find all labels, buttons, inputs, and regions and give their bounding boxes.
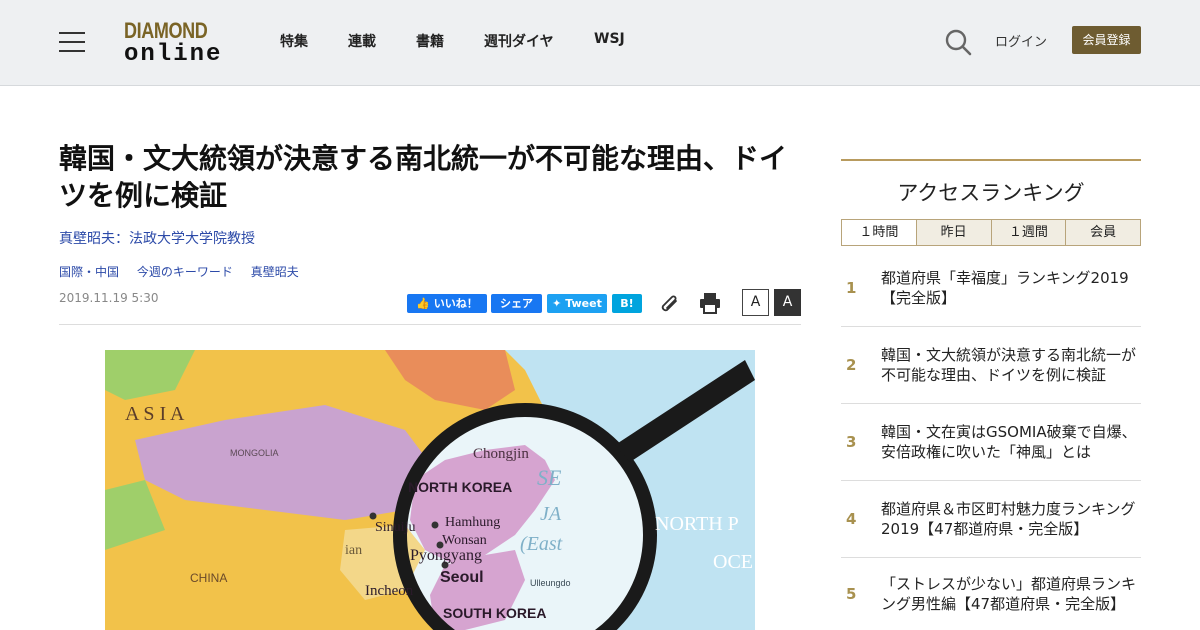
map-label: SOUTH KOREA xyxy=(443,605,546,621)
nav-item-wsj[interactable]: WSJ xyxy=(594,31,625,47)
like-label: いいね！ xyxy=(433,297,478,310)
article-title: 韓国・文大統領が決意する南北統一が不可能な理由、ドイツを例に検証 xyxy=(59,142,788,212)
map-label: A S I A xyxy=(125,403,185,425)
site-logo[interactable]: DIAMOND online xyxy=(124,18,226,68)
thumbs-up-icon: 👍 xyxy=(416,297,430,310)
nav-item-shoseki[interactable]: 書籍 xyxy=(416,31,444,51)
menu-icon[interactable] xyxy=(59,32,85,52)
rank-title[interactable]: 「ストレスが少ない」都道府県ランキング男性編【47都道府県・完全版】 xyxy=(881,558,1139,630)
font-size-large-button[interactable]: A xyxy=(774,289,801,316)
rank-number: 5 xyxy=(846,585,857,603)
rank-title[interactable]: 韓国・文大統領が決意する南北統一が不可能な理由、ドイツを例に検証 xyxy=(881,327,1139,403)
map-label: Chongjin xyxy=(473,446,529,462)
map-label: NORTH KOREA xyxy=(408,479,512,495)
map-label: OCE xyxy=(713,551,753,573)
sidebar-divider xyxy=(841,159,1141,161)
rank-title[interactable]: 韓国・文在寅はGSOMIA破棄で自爆、安倍政権に吹いた「神風」とは xyxy=(881,404,1139,480)
map-label: Pyongyang xyxy=(410,547,482,564)
map-label: JA xyxy=(540,503,562,525)
facebook-like-button[interactable]: 👍 いいね！ xyxy=(407,294,487,313)
map-label: ian xyxy=(345,543,362,558)
ranking-item[interactable]: 2 韓国・文大統領が決意する南北統一が不可能な理由、ドイツを例に検証 xyxy=(841,327,1141,404)
nav-item-weekly[interactable]: 週刊ダイヤ xyxy=(484,31,554,51)
map-label: NORTH P xyxy=(655,513,739,535)
rank-title[interactable]: 都道府県＆市区町村魅力度ランキング2019【47都道府県・完全版】 xyxy=(881,481,1139,557)
rank-number: 3 xyxy=(846,433,857,451)
clip-icon[interactable] xyxy=(658,291,682,315)
tab-members[interactable]: 会員 xyxy=(1065,220,1140,245)
facebook-share-button[interactable]: シェア xyxy=(491,294,542,313)
tag-link[interactable]: 今週のキーワード xyxy=(137,265,233,279)
hatena-bookmark-button[interactable]: B! xyxy=(612,294,642,313)
rank-title[interactable]: 都道府県「幸福度」ランキング2019【完全版】 xyxy=(881,250,1139,326)
search-icon[interactable] xyxy=(944,28,972,56)
ranking-item[interactable]: 5 「ストレスが少ない」都道府県ランキング男性編【47都道府県・完全版】 xyxy=(841,558,1141,630)
article-author[interactable]: 真壁昭夫：法政大学大学院教授 xyxy=(59,228,255,248)
map-label: Wonsan xyxy=(442,533,487,548)
tab-1week[interactable]: １週間 xyxy=(990,220,1066,245)
map-label: (East xyxy=(520,533,563,555)
ranking-tabs: １時間 昨日 １週間 会員 xyxy=(841,219,1141,246)
map-label: CHINA xyxy=(190,571,227,585)
print-icon[interactable] xyxy=(698,291,722,315)
tab-1hour[interactable]: １時間 xyxy=(842,220,916,245)
map-label: Ulleungdo xyxy=(530,578,571,588)
map-label: SE xyxy=(537,465,562,490)
logo-bottom: online xyxy=(124,41,223,68)
nav-item-rensai[interactable]: 連載 xyxy=(348,31,376,51)
divider xyxy=(59,324,801,325)
map-illustration: A S I A MONGOLIA CHINA Chongjin NORTH KO… xyxy=(105,350,755,630)
nav-item-tokushu[interactable]: 特集 xyxy=(280,31,308,51)
map-label: Incheon xyxy=(365,583,414,599)
article-tags: 国際・中国 今週のキーワード 真壁昭夫 xyxy=(59,263,313,280)
tweet-button[interactable]: ✦ Tweet xyxy=(547,294,607,313)
login-link[interactable]: ログイン xyxy=(995,31,1047,50)
rank-number: 2 xyxy=(846,356,857,374)
register-button[interactable]: 会員登録 xyxy=(1072,26,1141,54)
hero-image: A S I A MONGOLIA CHINA Chongjin NORTH KO… xyxy=(105,350,755,630)
map-label: Hamhung xyxy=(445,515,500,530)
tag-link[interactable]: 真壁昭夫 xyxy=(251,265,299,279)
ranking-item[interactable]: 3 韓国・文在寅はGSOMIA破棄で自爆、安倍政権に吹いた「神風」とは xyxy=(841,404,1141,481)
map-label: MONGOLIA xyxy=(230,448,279,458)
ranking-title: アクセスランキング xyxy=(897,181,1085,205)
rank-number: 4 xyxy=(846,510,857,528)
tweet-label: Tweet xyxy=(565,297,602,310)
tab-yesterday[interactable]: 昨日 xyxy=(915,220,991,245)
article-date: 2019.11.19 5:30 xyxy=(59,291,159,305)
site-header: DIAMOND online 特集 連載 書籍 週刊ダイヤ WSJ ログイン 会… xyxy=(0,0,1200,86)
ranking-item[interactable]: 1 都道府県「幸福度」ランキング2019【完全版】 xyxy=(841,250,1141,327)
map-label: Seoul xyxy=(440,569,484,586)
tag-link[interactable]: 国際・中国 xyxy=(59,265,119,279)
font-size-normal-button[interactable]: A xyxy=(742,289,769,316)
ranking-item[interactable]: 4 都道府県＆市区町村魅力度ランキング2019【47都道府県・完全版】 xyxy=(841,481,1141,558)
map-label: Sinuiju xyxy=(375,520,415,535)
rank-number: 1 xyxy=(846,279,857,297)
twitter-bird-icon: ✦ xyxy=(552,297,562,310)
